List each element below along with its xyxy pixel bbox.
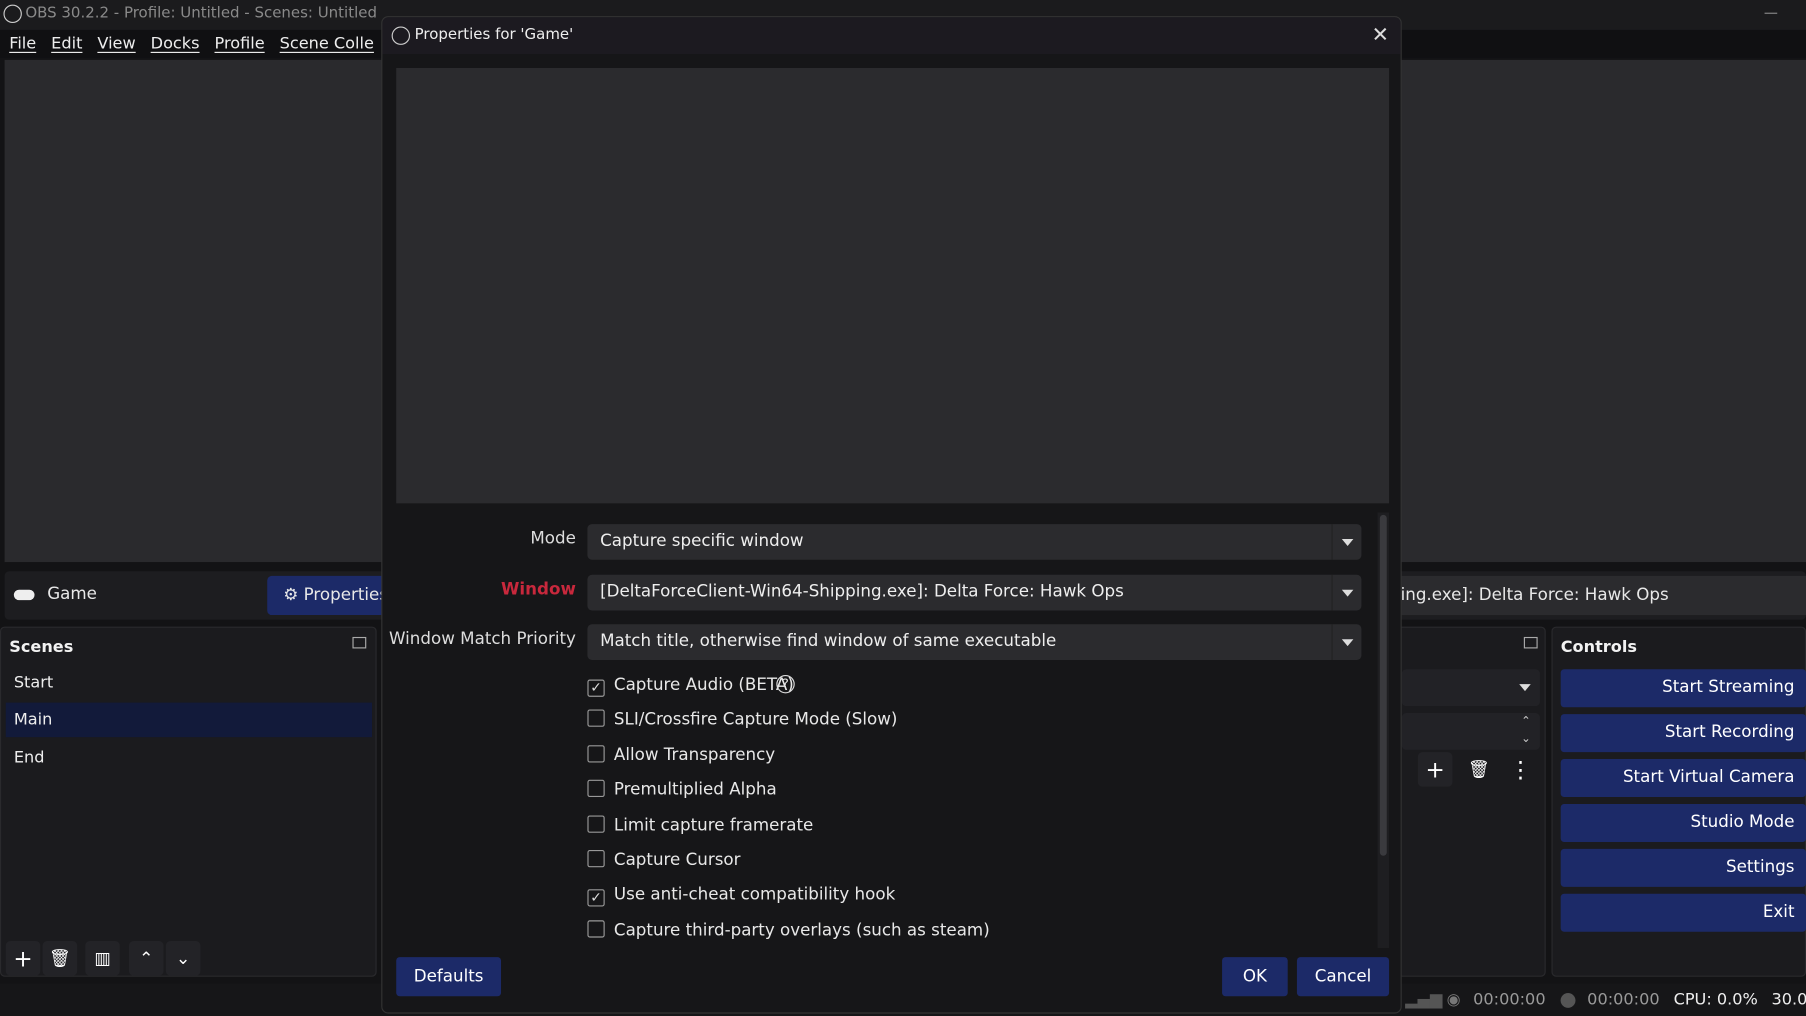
obs-logo-icon (3, 4, 22, 24)
source-preview (396, 67, 1390, 504)
priority-label: Window Match Priority (389, 630, 576, 649)
properties-button[interactable]: ⚙ Properties (267, 575, 394, 616)
scenes-dock: Scenes Start Main End + 🗑 ▥ ⌃ ⌄ (0, 626, 377, 977)
ok-button[interactable]: OK (1222, 957, 1288, 997)
chevron-down-icon (1519, 684, 1531, 692)
start-recording-button[interactable]: Start Recording (1560, 714, 1806, 753)
checkbox-unchecked-icon[interactable] (587, 850, 605, 868)
checkbox-label: Premultiplied Alpha (613, 781, 777, 800)
cpu-usage: CPU: 0.0% (1673, 990, 1758, 1009)
properties-dialog: Properties for 'Game' ✕ Mode Capture spe… (381, 16, 1402, 1014)
checkbox-checked-icon[interactable]: ✓ (587, 889, 605, 907)
scene-filters-button[interactable]: ▥ (85, 941, 120, 976)
scrollbar[interactable] (1377, 512, 1390, 948)
fps: 30.0 (1771, 990, 1806, 1009)
window-select-behind[interactable]: ing.exe]: Delta Force: Hawk Ops (1398, 575, 1806, 616)
trash-icon[interactable]: 🗑 (1462, 752, 1497, 787)
checkbox-limit-capture-framerate[interactable]: Limit capture framerate (587, 814, 813, 837)
add-scene-button[interactable]: + (5, 941, 41, 976)
help-icon[interactable]: ? (776, 674, 795, 694)
menu-profile[interactable]: Profile (215, 30, 265, 58)
checkbox-capture-cursor[interactable]: Capture Cursor (587, 849, 741, 872)
checkbox-unchecked-icon[interactable] (587, 779, 605, 798)
checkbox-capture-third-party-overlays-such-as-steam[interactable]: Capture third-party overlays (such as st… (587, 919, 990, 942)
exit-button[interactable]: Exit (1560, 893, 1806, 932)
sources-dock: ⌃ ⌄ + 🗑 ⋮ (1393, 626, 1546, 977)
window-value: ing.exe]: Delta Force: Hawk Ops (1400, 586, 1669, 605)
defaults-button[interactable]: Defaults (396, 957, 502, 997)
remove-scene-button[interactable]: 🗑 (42, 941, 78, 976)
checkbox-label: SLI/Crossfire Capture Mode (Slow) (613, 711, 898, 730)
checkbox-capture-audio-beta[interactable]: ✓ Capture Audio (BETA) (587, 674, 794, 697)
checkbox-label: Capture Cursor (613, 851, 741, 870)
menu-scene-collection[interactable]: Scene Colle (280, 30, 374, 58)
checkbox-premultiplied-alpha[interactable]: Premultiplied Alpha (587, 779, 777, 802)
scenes-title: Scenes (9, 638, 74, 657)
start-streaming-button[interactable]: Start Streaming (1560, 669, 1806, 708)
checkbox-unchecked-icon[interactable] (587, 815, 605, 833)
gear-icon: ⚙ (283, 586, 299, 605)
checkbox-checked-icon[interactable]: ✓ (587, 679, 605, 697)
undock-icon[interactable] (1523, 636, 1538, 649)
checkbox-unchecked-icon[interactable] (587, 709, 605, 728)
checkbox-unchecked-icon[interactable] (587, 744, 605, 763)
chevron-down-icon (1331, 624, 1361, 660)
scene-item-selected[interactable]: Main (5, 702, 373, 738)
mode-select[interactable]: Capture specific window (587, 524, 1362, 560)
chevron-down-icon (1331, 524, 1361, 560)
chevron-down-icon (1331, 574, 1361, 611)
source-name: Game (47, 585, 97, 604)
menu-view[interactable]: View (97, 30, 135, 58)
priority-value: Match title, otherwise find window of sa… (600, 632, 1057, 651)
app-title: OBS 30.2.2 - Profile: Untitled - Scenes:… (25, 4, 377, 22)
spinbox[interactable]: ⌃ ⌄ (1401, 712, 1540, 750)
scene-item[interactable]: Start (6, 666, 372, 701)
mode-value: Capture specific window (600, 532, 804, 551)
checkbox-label: Capture third-party overlays (such as st… (613, 921, 990, 940)
obs-logo-icon (391, 26, 411, 45)
checkbox-allow-transparency[interactable]: Allow Transparency (587, 744, 775, 767)
move-down-button[interactable]: ⌄ (165, 941, 201, 976)
dialog-title: Properties for 'Game' (414, 26, 574, 44)
checkbox-label: Allow Transparency (613, 746, 776, 765)
stream-time: 00:00:00 (1473, 990, 1546, 1009)
window-select[interactable]: [DeltaForceClient-Win64-Shipping.exe]: D… (587, 574, 1362, 611)
checkbox-label: Capture Audio (BETA) (613, 676, 794, 695)
minimize-icon[interactable] (1764, 12, 1778, 14)
cancel-button[interactable]: Cancel (1296, 957, 1390, 997)
signal-icon: ▂▄▆ (1405, 990, 1443, 1009)
window-value: [DeltaForceClient-Win64-Shipping.exe]: D… (600, 582, 1124, 602)
more-icon[interactable]: ⋮ (1503, 752, 1538, 787)
add-button[interactable]: + (1417, 752, 1453, 787)
menu-file[interactable]: File (9, 30, 36, 58)
undock-icon[interactable] (352, 636, 367, 649)
checkbox-label: Limit capture framerate (613, 816, 814, 835)
dropdown[interactable] (1401, 669, 1540, 707)
mode-label: Mode (530, 529, 576, 549)
menu-edit[interactable]: Edit (51, 30, 82, 58)
start-virtual-camera-button[interactable]: Start Virtual Camera (1560, 759, 1806, 798)
scene-item[interactable]: End (6, 741, 372, 776)
menu-docks[interactable]: Docks (151, 30, 200, 58)
priority-select[interactable]: Match title, otherwise find window of sa… (587, 624, 1362, 660)
scrollbar-thumb[interactable] (1379, 514, 1387, 856)
record-icon: ● (1559, 988, 1577, 1012)
stream-icon: ◉ (1446, 990, 1461, 1009)
checkbox-use-anti-cheat-compatibility-hook[interactable]: ✓ Use anti-cheat compatibility hook (587, 884, 895, 907)
studio-mode-button[interactable]: Studio Mode (1560, 803, 1806, 842)
dialog-titlebar: Properties for 'Game' ✕ (382, 17, 1401, 55)
settings-button[interactable]: Settings (1560, 848, 1806, 887)
gamepad-icon (13, 589, 35, 601)
checkbox-sli-crossfire-capture-mode-slow[interactable]: SLI/Crossfire Capture Mode (Slow) (587, 709, 897, 732)
move-up-button[interactable]: ⌃ (129, 941, 164, 976)
controls-title: Controls (1560, 638, 1637, 657)
window-label: Window (500, 580, 576, 599)
checkbox-label: Use anti-cheat compatibility hook (613, 886, 896, 905)
record-time: 00:00:00 (1587, 990, 1660, 1009)
close-icon[interactable]: ✕ (1372, 17, 1389, 54)
properties-label: Properties (303, 586, 389, 605)
checkbox-unchecked-icon[interactable] (587, 920, 605, 938)
